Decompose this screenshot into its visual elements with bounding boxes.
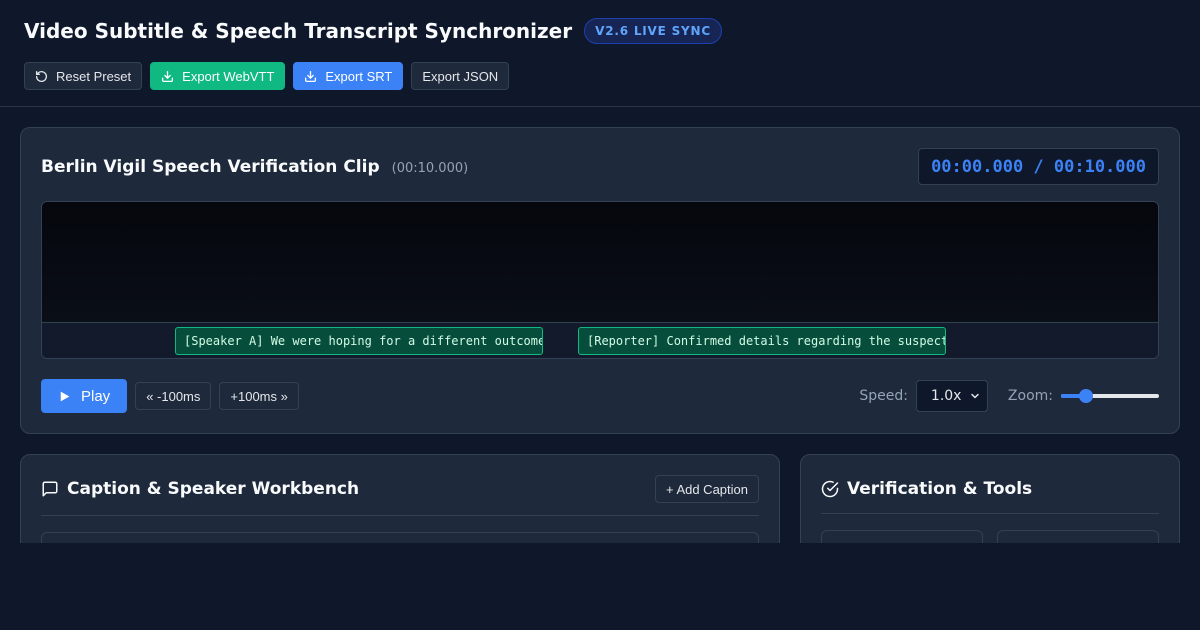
caption-cue[interactable]: [Speaker A] We were hoping for a differe… — [175, 327, 543, 355]
export-srt-label: Export SRT — [325, 68, 393, 84]
reset-icon — [35, 70, 47, 82]
clip-title: Berlin Vigil Speech Verification Clip — [41, 156, 380, 177]
export-srt-button[interactable]: Export SRT — [293, 62, 404, 90]
comment-icon — [42, 481, 58, 497]
download-icon — [305, 70, 317, 82]
caption-cue[interactable]: [Reporter] Confirmed details regarding t… — [578, 327, 946, 355]
tools-divider — [821, 513, 1159, 514]
app-header: Video Subtitle & Speech Transcript Synch… — [0, 0, 1200, 107]
app-title: Video Subtitle & Speech Transcript Synch… — [24, 19, 573, 43]
export-json-label: Export JSON — [422, 68, 499, 84]
video-screen[interactable] — [42, 202, 1158, 323]
clip-duration: (00:10.000) — [391, 160, 469, 176]
check-circle-icon — [821, 480, 839, 498]
speed-control: Speed: 1.0x — [859, 380, 988, 412]
reset-preset-label: Reset Preset — [56, 68, 132, 84]
zoom-slider[interactable] — [1061, 388, 1159, 404]
workbench-divider — [41, 515, 759, 516]
transport-controls: Play « -100ms +100ms » — [41, 379, 299, 413]
play-label: Play — [81, 387, 111, 405]
view-controls: Speed: 1.0x Zoom: — [859, 380, 1159, 412]
speed-value: 1.0x — [930, 388, 962, 404]
tools-title: Verification & Tools — [847, 479, 1033, 499]
toolbar: Reset Preset Export WebVTT Export SRT Ex… — [24, 62, 1176, 90]
zoom-slider-thumb[interactable] — [1078, 389, 1093, 403]
export-webvtt-label: Export WebVTT — [182, 68, 275, 84]
player-card: Berlin Vigil Speech Verification Clip (0… — [20, 127, 1180, 434]
title-row: Video Subtitle & Speech Transcript Synch… — [24, 18, 1176, 44]
chevron-down-icon — [971, 393, 979, 399]
workbench-title-group: Caption & Speaker Workbench — [41, 479, 359, 499]
video-player[interactable]: [Speaker A] We were hoping for a differe… — [41, 201, 1159, 359]
version-badge: V2.6 LIVE SYNC — [584, 18, 722, 44]
player-header: Berlin Vigil Speech Verification Clip (0… — [41, 148, 1159, 185]
export-json-button[interactable]: Export JSON — [411, 62, 510, 90]
export-webvtt-button[interactable]: Export WebVTT — [150, 62, 286, 90]
workbench-title: Caption & Speaker Workbench — [67, 479, 360, 499]
reset-preset-button[interactable]: Reset Preset — [24, 62, 143, 90]
caption-track[interactable]: [Speaker A] We were hoping for a differe… — [42, 323, 1158, 358]
nudge-forward-button[interactable]: +100ms » — [219, 382, 299, 410]
play-icon — [60, 391, 70, 401]
playback-controls: Play « -100ms +100ms » Speed: 1.0x Zoom: — [41, 379, 1159, 413]
download-icon — [162, 70, 174, 82]
workbench-header: Caption & Speaker Workbench + Add Captio… — [41, 475, 759, 503]
add-caption-button[interactable]: + Add Caption — [654, 475, 759, 503]
play-button[interactable]: Play — [41, 379, 128, 413]
zoom-control: Zoom: — [1008, 388, 1159, 404]
tools-header: Verification & Tools — [821, 475, 1159, 503]
clip-title-group: Berlin Vigil Speech Verification Clip (0… — [41, 157, 468, 177]
zoom-label: Zoom: — [1007, 388, 1053, 404]
speed-select[interactable]: 1.0x — [915, 380, 988, 412]
speed-label: Speed: — [859, 388, 908, 404]
tools-title-group: Verification & Tools — [821, 479, 1032, 499]
nudge-back-button[interactable]: « -100ms — [135, 382, 212, 410]
timecode-display: 00:00.000 / 00:10.000 — [918, 148, 1159, 185]
viewport-fold — [0, 543, 1200, 630]
